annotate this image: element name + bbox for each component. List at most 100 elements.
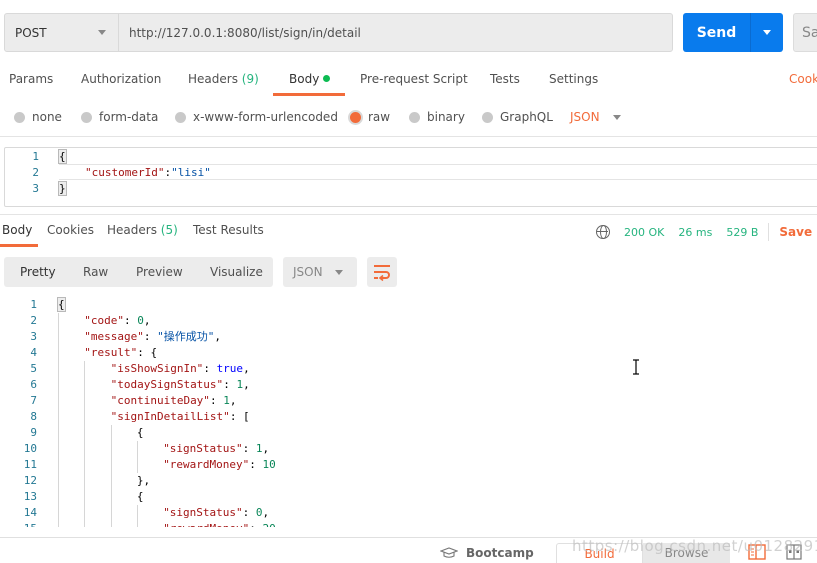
cookies-link[interactable]: Cook (789, 72, 817, 86)
code-token: 1 (255, 442, 263, 455)
response-tab-cookies[interactable]: Cookies (47, 223, 94, 237)
line-number: 7 (30, 394, 37, 407)
browse-tab[interactable]: Browse (643, 543, 730, 563)
tab-body[interactable]: Body (289, 72, 331, 86)
tab-authorization[interactable]: Authorization (81, 72, 161, 86)
code-token: "lisi" (171, 166, 211, 179)
code-token: : (249, 458, 263, 471)
code-line: 1 { (5, 149, 817, 165)
line-number: 12 (23, 474, 37, 487)
code-token: 0 (137, 314, 144, 327)
build-tab[interactable]: Build (556, 543, 643, 563)
code-token: "signStatus" (163, 506, 243, 519)
tab-tests[interactable]: Tests (490, 72, 520, 86)
send-options-button[interactable] (751, 13, 783, 52)
indent-guide (84, 361, 86, 527)
response-body-viewer[interactable]: 1{2 "code": 0, 3 "message": "操作成功", 4 "result… (0, 297, 817, 527)
code-token: , (243, 378, 250, 391)
response-size[interactable]: 529 B (726, 226, 758, 239)
radio-binary[interactable]: binary (409, 110, 465, 124)
code-token: "customerId" (85, 166, 165, 179)
send-label[interactable]: Send (683, 13, 751, 52)
save-response-button[interactable]: Save Res (779, 225, 817, 239)
code-token: : { (137, 346, 158, 359)
tab-label: Authorization (81, 72, 162, 86)
line-number: 3 (32, 182, 39, 195)
radio-label: binary (427, 110, 465, 124)
line-number: 14 (23, 506, 37, 519)
response-format-select[interactable]: JSON (283, 257, 357, 287)
divider (0, 537, 817, 538)
line-number: 9 (30, 426, 37, 439)
tab-settings[interactable]: Settings (549, 72, 598, 86)
response-tab-headers[interactable]: Headers (5) (107, 223, 178, 237)
status-code[interactable]: 200 OK (624, 226, 664, 239)
view-mode-group: Pretty Raw Preview Visualize (4, 257, 273, 287)
tab-pre-request-script[interactable]: Pre-request Script (360, 72, 468, 86)
tab-label: Tests (490, 72, 520, 86)
save-button[interactable]: Sa (793, 13, 817, 52)
code-line: 3 } (5, 181, 817, 197)
method-select[interactable]: POST (5, 14, 119, 51)
request-body-editor[interactable]: 1 { 2 "customerId":"lisi" 3 } (4, 147, 817, 207)
view-raw[interactable]: Raw (83, 265, 108, 279)
wrap-lines-button[interactable] (367, 257, 397, 287)
body-format-select[interactable]: JSON (570, 110, 621, 124)
code-token: 1 (223, 394, 230, 407)
radio-raw[interactable]: raw (350, 110, 390, 124)
code-token: 10 (262, 458, 276, 471)
code-line: 13 { (0, 489, 817, 505)
code-token: , (262, 442, 270, 455)
code-token: }, (136, 474, 151, 487)
code-token: 20 (263, 522, 276, 527)
code-line: 15 "rewardMoney": 20 (0, 521, 817, 527)
code-token: , (143, 314, 151, 327)
response-time[interactable]: 26 ms (678, 226, 712, 239)
code-token: true (216, 362, 244, 375)
code-token: : (203, 362, 217, 375)
response-format-label: JSON (293, 265, 323, 279)
response-tab-test-results[interactable]: Test Results (193, 223, 264, 237)
radio-circle (14, 111, 25, 123)
view-pretty[interactable]: Pretty (20, 265, 56, 279)
line-number: 2 (30, 314, 37, 327)
line-number: 4 (30, 346, 37, 359)
headers-count: (9) (241, 72, 259, 86)
view-visualize[interactable]: Visualize (210, 265, 263, 279)
code-token: "todaySignStatus" (110, 378, 224, 391)
tab-label: Headers (107, 223, 157, 237)
two-pane-view-icon[interactable] (748, 544, 766, 560)
chevron-down-icon (335, 270, 343, 275)
view-preview[interactable]: Preview (136, 265, 183, 279)
radio-form-data[interactable]: form-data (81, 110, 158, 124)
send-button[interactable]: Send (683, 13, 783, 52)
radio-circle (81, 111, 92, 123)
code-token: : [ (229, 410, 250, 423)
body-indicator-dot (323, 75, 331, 82)
bootcamp-button[interactable]: Bootcamp (440, 546, 534, 560)
radio-graphql[interactable]: GraphQL (482, 110, 553, 124)
code-line: 9{ (0, 425, 817, 441)
bootcamp-label: Bootcamp (466, 546, 534, 560)
split-view-icon[interactable] (786, 544, 802, 560)
line-number: 2 (32, 166, 39, 179)
radio-x-www-form-urlencoded[interactable]: x-www-form-urlencoded (175, 110, 338, 124)
code-token: , (214, 330, 222, 343)
code-token: "操作成功" (157, 330, 215, 343)
line-number: 1 (32, 150, 39, 163)
tab-params[interactable]: Params (9, 72, 53, 86)
code-token: "message" (84, 330, 144, 343)
code-line: 5 "isShowSignIn": true, (0, 361, 817, 377)
radio-none[interactable]: none (14, 110, 62, 124)
code-line: 3 "message": "操作成功", (0, 329, 817, 345)
code-token: { (58, 149, 67, 164)
code-token: "rewardMoney" (163, 522, 249, 527)
url-input[interactable]: http://127.0.0.1:8080/list/sign/in/detai… (119, 14, 672, 51)
code-token: 0 (255, 506, 263, 519)
response-tab-body[interactable]: Body (2, 223, 32, 237)
tab-headers[interactable]: Headers (9) (188, 72, 259, 86)
code-token: "isShowSignIn" (110, 362, 204, 375)
globe-icon[interactable] (596, 225, 610, 239)
tab-label: Settings (549, 72, 599, 86)
code-token: "continuiteDay" (110, 394, 210, 407)
